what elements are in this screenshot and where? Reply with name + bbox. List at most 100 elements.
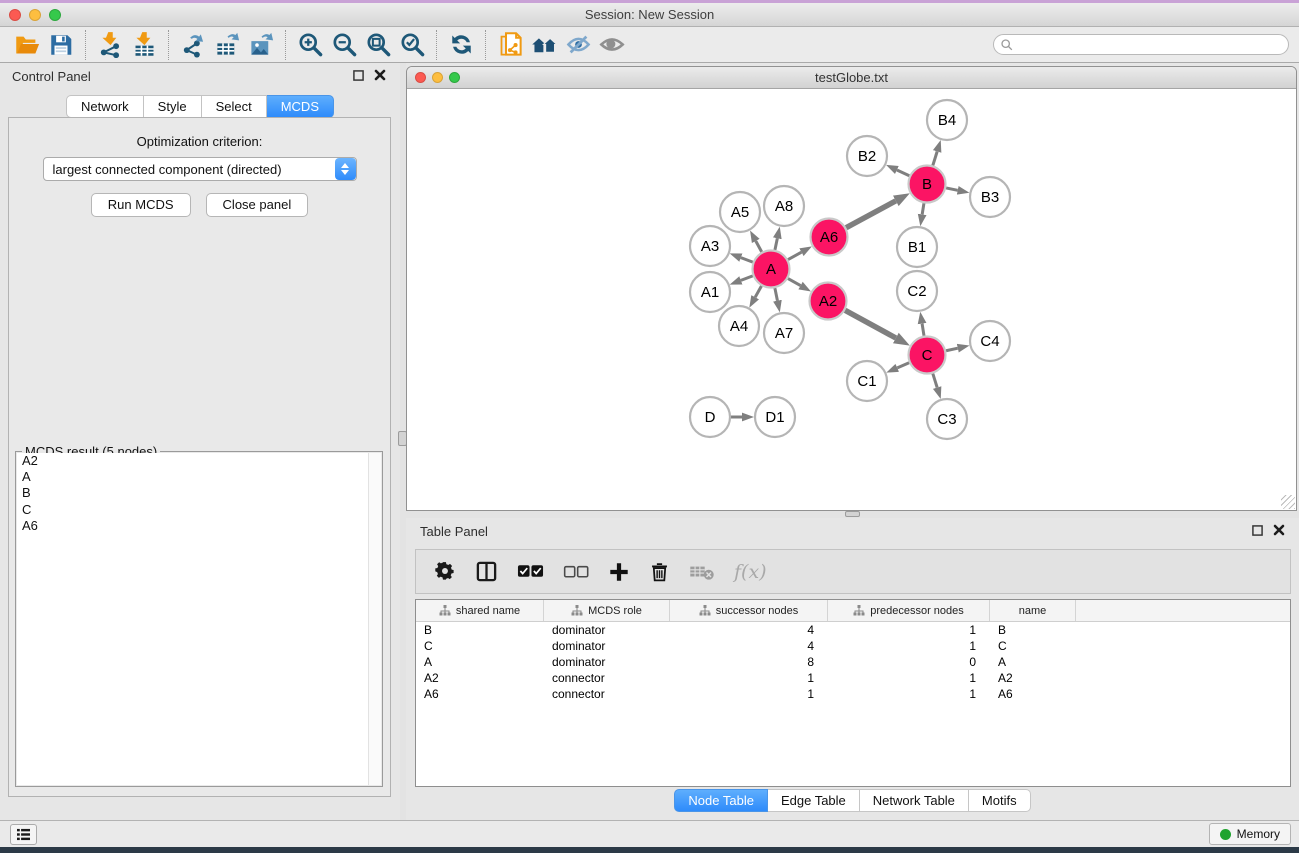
network-graph[interactable]: B4B2BB3A5A8A6A3B1AA1C2A2A4A7C4CC1C3DD1 [407, 89, 1296, 510]
result-item[interactable]: A6 [17, 518, 381, 534]
cell-predecessor-nodes: 1 [828, 670, 990, 686]
search-field[interactable] [993, 34, 1289, 55]
search-input[interactable] [1014, 37, 1288, 53]
close-panel-button[interactable]: Close panel [206, 193, 309, 217]
delete-table-icon[interactable] [689, 563, 715, 581]
open-session-icon[interactable] [10, 30, 44, 60]
scrollbar-track[interactable] [368, 453, 381, 785]
table-row[interactable]: Adominator80A [416, 654, 1290, 670]
criterion-select[interactable]: largest connected component (directed) [43, 157, 357, 181]
float-panel-icon[interactable] [353, 70, 364, 81]
cell-name: A2 [990, 670, 1076, 686]
application-window: Session: New Session [0, 0, 1299, 853]
float-panel-icon[interactable] [1252, 525, 1263, 536]
refresh-icon[interactable] [444, 30, 478, 60]
graph-edge-A-A6[interactable] [788, 252, 801, 259]
home-icon[interactable] [527, 30, 561, 60]
zoom-out-icon[interactable] [327, 30, 361, 60]
import-table-icon[interactable] [127, 30, 161, 60]
graph-edge-A6-B[interactable] [846, 201, 896, 228]
graph-node-label: B4 [938, 112, 956, 129]
result-item[interactable]: A2 [17, 453, 381, 469]
table-row[interactable]: Cdominator41C [416, 638, 1290, 654]
toolbar-separator [85, 30, 86, 60]
function-builder-icon[interactable]: f(x) [734, 561, 767, 583]
mcds-result-list[interactable]: A2ABCA6 [17, 453, 381, 785]
close-panel-icon[interactable] [1273, 524, 1285, 536]
tab-network[interactable]: Network [66, 95, 144, 118]
table-panel-title: Table Panel [420, 524, 488, 539]
cell-name: A6 [990, 686, 1076, 702]
settings-gear-icon[interactable] [435, 561, 456, 582]
zoom-in-icon[interactable] [293, 30, 327, 60]
graph-edge-A-A4[interactable] [755, 286, 761, 297]
task-history-button[interactable] [10, 824, 37, 845]
graph-edge-B-B4[interactable] [933, 151, 937, 165]
select-all-columns-icon[interactable] [517, 564, 544, 579]
graph-edge-A-A5[interactable] [756, 241, 762, 252]
network-window-title: testGlobe.txt [407, 70, 1296, 85]
network-canvas[interactable]: B4B2BB3A5A8A6A3B1AA1C2A2A4A7C4CC1C3DD1 [407, 89, 1296, 510]
save-session-icon[interactable] [44, 30, 78, 60]
hide-graphics-icon[interactable] [561, 30, 595, 60]
cell-shared-name: A6 [416, 686, 544, 702]
table-row[interactable]: A6connector11A6 [416, 686, 1290, 702]
tab-select[interactable]: Select [202, 95, 267, 118]
close-panel-icon[interactable] [374, 69, 386, 81]
cell-mcds-role: dominator [544, 622, 670, 638]
graph-edge-C-C3[interactable] [933, 374, 937, 388]
column-header-predecessor-nodes[interactable]: predecessor nodes [828, 600, 990, 621]
result-item[interactable]: B [17, 485, 381, 501]
table-row[interactable]: A2connector11A2 [416, 670, 1290, 686]
resize-grip-icon[interactable] [1281, 495, 1295, 509]
graph-edge-B-B3[interactable] [946, 188, 958, 190]
graph-edge-A-A3[interactable] [741, 258, 753, 262]
run-mcds-button[interactable]: Run MCDS [91, 193, 191, 217]
result-item[interactable]: C [17, 502, 381, 518]
graph-edge-C-C1[interactable] [897, 363, 909, 368]
tab-motifs[interactable]: Motifs [969, 789, 1031, 812]
zoom-selected-icon[interactable] [395, 30, 429, 60]
tab-network-table[interactable]: Network Table [860, 789, 969, 812]
import-network-icon[interactable] [93, 30, 127, 60]
graph-edge-C-C2[interactable] [922, 324, 924, 336]
graph-edge-A-A8[interactable] [775, 238, 777, 250]
column-header-mcds-role[interactable]: MCDS role [544, 600, 670, 621]
main-titlebar[interactable]: Session: New Session [0, 3, 1299, 27]
add-column-icon[interactable] [608, 561, 630, 583]
network-window-titlebar[interactable]: testGlobe.txt [407, 67, 1296, 89]
graph-edge-B-B2[interactable] [897, 170, 909, 176]
tab-mcds[interactable]: MCDS [267, 95, 334, 118]
tab-edge-table[interactable]: Edge Table [768, 789, 860, 812]
graph-edge-B-B1[interactable] [922, 203, 924, 214]
status-bar: Memory [0, 820, 1299, 847]
split-columns-icon[interactable] [475, 560, 498, 583]
export-table-icon[interactable] [210, 30, 244, 60]
delete-column-trash-icon[interactable] [649, 561, 670, 583]
eye-icon[interactable] [595, 30, 629, 60]
horizontal-splitter[interactable] [406, 511, 1299, 518]
graph-edge-C-C4[interactable] [946, 348, 958, 351]
graph-edge-A2-C[interactable] [845, 310, 896, 338]
result-item[interactable]: A [17, 469, 381, 485]
graph-edge-A-A1[interactable] [741, 276, 753, 280]
network-file-icon[interactable] [493, 30, 527, 60]
hierarchy-icon [853, 605, 865, 616]
column-header-shared-name[interactable]: shared name [416, 600, 544, 621]
tab-style[interactable]: Style [144, 95, 202, 118]
column-header-successor-nodes[interactable]: successor nodes [670, 600, 828, 621]
tab-node-table[interactable]: Node Table [674, 789, 768, 812]
graph-node-label: C2 [907, 283, 926, 300]
deselect-all-columns-icon[interactable] [563, 565, 589, 579]
column-header-name[interactable]: name [990, 600, 1076, 621]
export-image-icon[interactable] [244, 30, 278, 60]
zoom-fit-icon[interactable] [361, 30, 395, 60]
memory-button[interactable]: Memory [1209, 823, 1291, 845]
graph-edge-A-A7[interactable] [775, 288, 778, 301]
graph-edge-A-A2[interactable] [788, 279, 801, 286]
cell-predecessor-nodes: 1 [828, 686, 990, 702]
export-network-icon[interactable] [176, 30, 210, 60]
table-row[interactable]: Bdominator41B [416, 622, 1290, 638]
chevron-up-down-icon [335, 158, 356, 180]
splitter-grip[interactable] [845, 511, 860, 517]
